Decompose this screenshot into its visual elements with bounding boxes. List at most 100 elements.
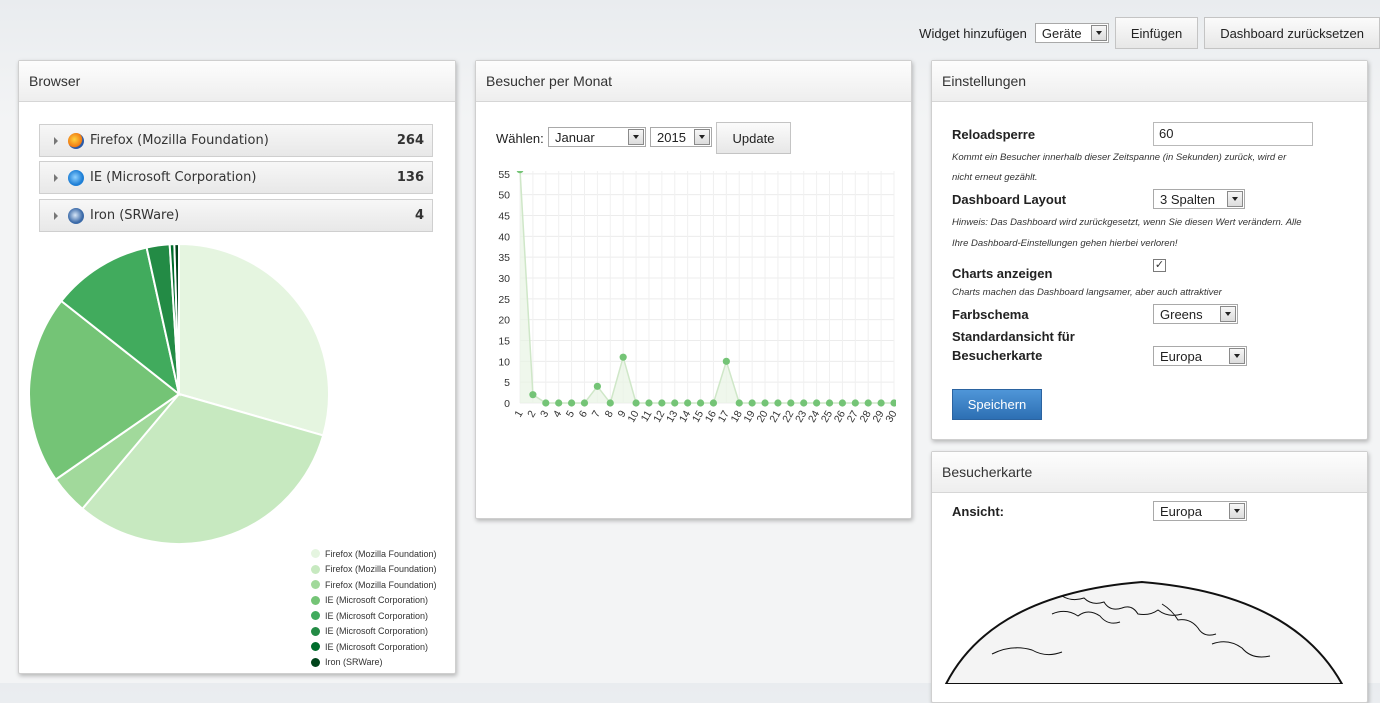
scheme-select[interactable]: Greens [1153,304,1238,324]
settings-widget-title[interactable]: Einstellungen [932,61,1367,102]
browser-row-iron[interactable]: Iron (SRWare) 4 [39,199,433,232]
legend-item: Firefox (Mozilla Foundation) [311,562,437,578]
browser-count: 4 [414,208,424,223]
x-tick-label: 7 [590,408,603,419]
view-select-value: Europa [1160,503,1202,519]
y-tick-label: 0 [504,398,510,410]
year-select[interactable]: 2015 [650,127,712,147]
europe-map[interactable] [932,574,1367,684]
data-point[interactable] [593,382,601,390]
y-tick-label: 50 [498,190,510,202]
data-point[interactable] [851,399,859,407]
y-tick-label: 20 [498,315,510,327]
legend-swatch [311,642,320,652]
legend-label: Firefox (Mozilla Foundation) [325,548,437,559]
layout-hint-1: Hinweis: Das Dashboard wird zurückgesetz… [952,217,1302,228]
data-point[interactable] [567,399,576,407]
data-point[interactable] [890,399,896,407]
y-tick-label: 45 [498,211,510,223]
data-point[interactable] [645,399,653,407]
y-tick-label: 5 [504,377,510,389]
y-tick-label: 35 [498,252,510,264]
x-tick-label: 30 [883,408,896,424]
visitors-widget: Besucher per Monat Wählen: Januar 2015 U… [475,60,912,519]
legend-swatch [311,549,320,559]
data-point[interactable] [606,399,614,407]
browser-row-ie[interactable]: IE (Microsoft Corporation) 136 [39,161,433,194]
layout-select[interactable]: 3 Spalten [1153,189,1245,209]
layout-select-value: 3 Spalten [1160,191,1215,207]
reload-hint-2: nicht erneut gezählt. [952,172,1038,183]
data-point[interactable] [774,399,782,407]
data-point[interactable] [787,399,795,407]
firefox-icon [68,132,84,149]
x-tick-label: 6 [577,408,590,419]
data-point[interactable] [529,391,537,399]
y-tick-label: 25 [498,294,510,306]
iron-icon [68,207,84,224]
y-tick-label: 10 [498,356,510,368]
y-tick-label: 15 [498,336,510,348]
data-point[interactable] [877,399,885,407]
view-select[interactable]: Europa [1153,501,1247,521]
browser-name: Firefox (Mozilla Foundation) [90,133,269,148]
y-tick-label: 30 [498,273,510,285]
browser-row-firefox[interactable]: Firefox (Mozilla Foundation) 264 [39,124,433,157]
default-view-select-value: Europa [1160,348,1202,364]
chevron-down-icon [1229,503,1245,519]
data-point[interactable] [671,399,679,407]
data-point[interactable] [838,399,847,407]
reset-dashboard-button[interactable]: Dashboard zurücksetzen [1204,17,1380,49]
data-point[interactable] [619,353,627,361]
data-point[interactable] [632,399,640,407]
data-point[interactable] [516,171,524,174]
legend-label: Iron (SRWare) [325,657,383,668]
series-line [519,171,894,405]
save-button[interactable]: Speichern [952,389,1042,420]
data-point[interactable] [735,399,743,407]
update-button[interactable]: Update [716,122,791,154]
scheme-label: Farbschema [952,307,1029,322]
data-point[interactable] [800,399,808,407]
legend-swatch [311,626,320,636]
default-view-select[interactable]: Europa [1153,346,1247,366]
charts-checkbox[interactable]: ✓ [1153,259,1166,272]
reload-input[interactable]: 60 [1153,122,1313,146]
scheme-select-value: Greens [1160,306,1203,322]
data-point[interactable] [761,399,769,407]
data-point[interactable] [864,399,872,407]
data-point[interactable] [748,399,756,407]
data-point[interactable] [709,399,718,407]
browser-widget-title[interactable]: Browser [19,61,455,102]
legend-item: Firefox (Mozilla Foundation) [311,546,437,562]
data-point[interactable] [813,399,821,407]
map-widget-title[interactable]: Besucherkarte [932,452,1367,493]
data-point[interactable] [684,399,692,407]
x-tick-label: 2 [525,408,538,419]
legend-item: IE (Microsoft Corporation) [311,639,437,655]
data-point[interactable] [542,399,550,407]
legend-label: IE (Microsoft Corporation) [325,595,429,606]
legend-swatch [311,564,320,574]
legend-swatch [311,580,320,590]
data-point[interactable] [696,399,705,407]
top-toolbar: Widget hinzufügen Geräte Einfügen Dashbo… [919,16,1380,50]
x-tick-label: 5 [564,408,577,419]
data-point[interactable] [580,399,589,407]
legend-swatch [311,657,320,667]
insert-button[interactable]: Einfügen [1114,17,1199,49]
chevron-down-icon [694,129,710,145]
browser-name: IE (Microsoft Corporation) [90,170,257,185]
data-point[interactable] [555,399,563,407]
legend-swatch [311,595,320,605]
legend-label: IE (Microsoft Corporation) [325,610,429,621]
visitors-widget-title[interactable]: Besucher per Monat [476,61,911,102]
widget-select[interactable]: Geräte [1034,23,1109,43]
data-point[interactable] [825,399,834,407]
month-select-value: Januar [555,129,595,145]
month-select[interactable]: Januar [548,127,646,147]
x-tick-label: 8 [603,408,616,419]
data-point[interactable] [658,399,666,407]
reload-hint-1: Kommt ein Besucher innerhalb dieser Zeit… [952,152,1287,163]
data-point[interactable] [722,357,730,365]
